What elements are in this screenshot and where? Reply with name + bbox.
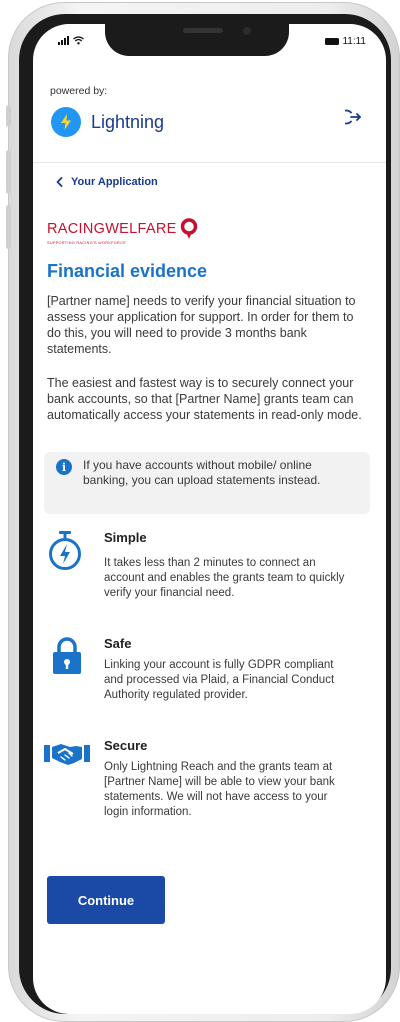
feature-title: Simple — [104, 530, 147, 545]
logout-button[interactable] — [338, 107, 365, 127]
status-time: 11:11 — [342, 36, 366, 47]
continue-button[interactable]: Continue — [47, 876, 165, 924]
page-title: Financial evidence — [47, 261, 208, 281]
feature-title: Safe — [104, 636, 132, 651]
powered-by-label: powered by: — [50, 85, 108, 97]
info-icon: i — [56, 459, 72, 475]
stopwatch-icon — [47, 530, 83, 577]
lightning-bolt-icon — [51, 107, 81, 137]
logout-icon — [338, 109, 361, 125]
handshake-icon — [43, 740, 91, 773]
horseshoe-pin-icon — [180, 218, 197, 239]
side-button-volume-up — [6, 150, 11, 194]
status-bar-right: 11:11 — [325, 36, 366, 47]
feature-description: Only Lightning Reach and the grants team… — [104, 761, 335, 818]
side-button-volume-down — [6, 205, 11, 249]
partner-logo: RACINGWELFARE SUPPORTING RACING'S WORKFO… — [47, 218, 199, 245]
feature-description: It takes less than 2 minutes to connect … — [104, 557, 345, 599]
back-to-application-link[interactable]: Your Application — [56, 176, 158, 188]
feature-title: Secure — [104, 738, 148, 753]
info-callout-text: If you have accounts without mobile/ onl… — [83, 458, 321, 487]
status-bar-left — [58, 36, 84, 45]
side-button-action — [6, 105, 11, 127]
header-divider — [33, 162, 386, 163]
partner-tagline: SUPPORTING RACING'S WORKFORCE — [47, 241, 126, 245]
feature-description: Linking your account is fully GDPR compl… — [104, 659, 335, 701]
wifi-icon — [73, 36, 84, 45]
brand-logo: Lightning — [51, 107, 164, 137]
padlock-icon — [52, 636, 82, 681]
partner-name: RACINGWELFARE — [47, 221, 177, 237]
speaker-grille — [183, 28, 223, 33]
easiest-paragraph: The easiest and fastest way is to secure… — [47, 376, 362, 422]
brand-name: Lightning — [91, 111, 165, 132]
back-link-label: Your Application — [71, 176, 158, 188]
chevron-left-icon — [56, 177, 63, 187]
app-screen — [33, 24, 386, 1014]
info-callout: i If you have accounts without mobile/ o… — [44, 452, 370, 514]
intro-paragraph: [Partner name] needs to verify your fina… — [47, 294, 356, 356]
signal-icon — [58, 36, 69, 45]
front-camera — [243, 27, 251, 35]
battery-icon — [325, 38, 340, 45]
